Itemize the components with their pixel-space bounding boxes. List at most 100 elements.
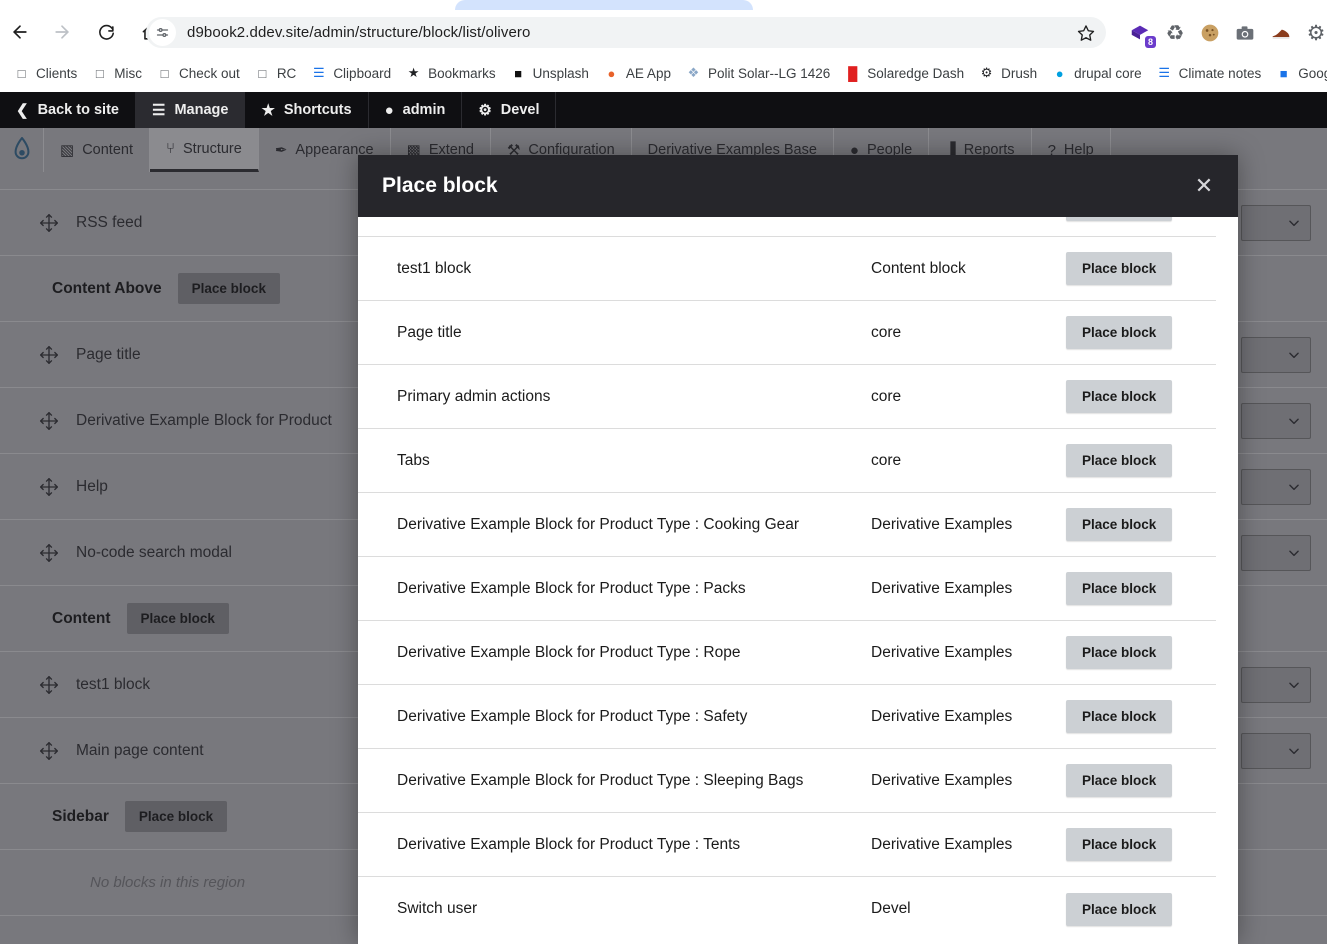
drag-handle-icon[interactable] (38, 410, 60, 432)
close-icon[interactable]: ✕ (1190, 172, 1218, 200)
table-row: Page title core Place block (358, 301, 1216, 365)
block-category-cell: core (871, 451, 902, 469)
bookmark-label: RC (276, 65, 297, 81)
gear-icon[interactable]: ⚙ (1301, 18, 1327, 48)
bookmark-item[interactable]: ● AE App (596, 60, 678, 86)
place-block-button[interactable]: Place block (1066, 316, 1173, 349)
block-name-cell: Tabs (397, 451, 430, 469)
google-icon: ■ (1279, 65, 1288, 81)
site-settings-icon[interactable] (149, 19, 176, 46)
place-block-button[interactable]: Place block (1066, 764, 1173, 797)
place-block-button[interactable]: Place block (1066, 828, 1173, 861)
bookmark-item[interactable]: ☰ Clipboard (303, 60, 398, 86)
drag-handle-icon[interactable] (38, 542, 60, 564)
place-block-button[interactable]: Place block (1066, 636, 1173, 669)
region-select[interactable] (1241, 402, 1311, 439)
block-action-cell: Place block (1066, 572, 1216, 605)
bookmark-item[interactable]: ☰ Climate notes (1149, 60, 1269, 86)
recycle-icon[interactable]: ♻ (1160, 18, 1190, 48)
place-block-button[interactable]: Place block (1066, 892, 1173, 926)
ae-app-icon: ● (607, 65, 616, 81)
drupal-drop-logo[interactable] (0, 128, 44, 172)
bookmark-label: Clipboard (333, 65, 392, 81)
region-select[interactable] (1241, 468, 1311, 505)
block-name-cell: Derivative Example Block for Product Typ… (397, 835, 741, 853)
block-action-cell: Place block (1066, 444, 1216, 477)
region-select[interactable] (1241, 666, 1311, 703)
bookmark-item[interactable]: ⚙ Drush (971, 60, 1044, 86)
table-row: test1 block Content block Place block (358, 237, 1216, 301)
drag-handle-icon[interactable] (38, 344, 60, 366)
bookmark-item[interactable]: □ Check out (149, 60, 247, 86)
block-action-cell: Place block (1066, 508, 1216, 541)
block-action-cell: Place block (1066, 700, 1216, 733)
block-label: No-code search modal (76, 543, 232, 561)
place-block-dialog: Place block ✕ No-code search modalConten… (358, 155, 1238, 944)
region-select[interactable] (1241, 204, 1311, 241)
block-name-cell: Primary admin actions (397, 387, 551, 405)
region-select[interactable] (1241, 534, 1311, 571)
table-row: Derivative Example Block for Product Typ… (358, 557, 1216, 621)
block-name-cell: Derivative Example Block for Product Typ… (397, 643, 741, 661)
place-block-button[interactable]: Place block (1066, 252, 1173, 285)
user-icon: ● (384, 101, 394, 119)
bookmark-item[interactable]: □ Misc (84, 60, 149, 86)
shoe-icon[interactable] (1266, 18, 1296, 48)
place-block-button[interactable]: Place block (177, 273, 280, 304)
file-icon: ▧ (60, 142, 75, 159)
block-category-cell: Derivative Examples (871, 643, 1013, 661)
place-block-button[interactable]: Place block (1066, 444, 1173, 477)
cookie-icon[interactable] (1195, 18, 1225, 48)
bookmark-item[interactable]: ❖ Polit Solar--LG 1426 (678, 60, 837, 86)
arrow-right-icon[interactable] (45, 15, 79, 49)
hamburger-icon: ☰ (151, 102, 166, 119)
reload-icon[interactable] (89, 15, 123, 49)
bookmark-item[interactable]: □ RC (247, 60, 304, 86)
toolbar-item-devel[interactable]: ⚙ Devel (462, 92, 557, 128)
block-name-cell: Derivative Example Block for Product Typ… (397, 771, 804, 789)
place-block-button[interactable]: Place block (124, 801, 228, 832)
bookmark-item[interactable]: ★ Bookmarks (398, 60, 503, 86)
arrow-left-icon[interactable] (3, 15, 37, 49)
bookmark-item[interactable]: █ Solaredge Dash (837, 60, 971, 86)
bookmark-label: Solaredge Dash (867, 65, 965, 81)
place-block-button[interactable]: Place block (1066, 700, 1173, 733)
place-block-button[interactable]: Place block (1066, 380, 1173, 413)
table-row: Tabs core Place block (358, 429, 1216, 493)
toolbar-item-shortcuts[interactable]: ★ Shortcuts (245, 92, 369, 128)
region-select[interactable] (1241, 732, 1311, 769)
drag-handle-icon[interactable] (38, 476, 60, 498)
bookmark-item[interactable]: ■ Unsplash (503, 60, 596, 86)
toolbar-item-back-to-site[interactable]: ❮ Back to site (0, 92, 136, 128)
url-text: d9book2.ddev.site/admin/structure/block/… (187, 24, 531, 41)
region-select[interactable] (1241, 336, 1311, 373)
clipboard-icon: ☰ (312, 65, 325, 80)
structure-icon: ⑂ (165, 140, 175, 157)
camera-icon[interactable] (1230, 18, 1260, 48)
place-block-button[interactable]: Place block (1066, 217, 1173, 221)
bookmarks-bar: □ Clients □ Misc □ Check out □ RC ☰ Clipboard ★ Boo… (0, 54, 1327, 92)
block-name-cell: Switch user (397, 900, 478, 917)
table-row: Derivative Example Block for Product Typ… (358, 621, 1216, 685)
bookmark-item[interactable]: ■ Google Tr (1268, 60, 1327, 86)
bookmark-item[interactable]: ● drupal core (1044, 60, 1149, 86)
extension-badge-icon[interactable]: 8 (1125, 18, 1156, 48)
place-block-button[interactable]: Place block (126, 603, 229, 634)
admin-menu-item-structure[interactable]: ⑂ Structure (149, 128, 259, 172)
bookmark-label: Clients (36, 65, 78, 81)
address-bar[interactable]: d9book2.ddev.site/admin/structure/block/… (146, 17, 1106, 48)
table-row: Switch user Devel Place block (358, 877, 1216, 941)
extension-badge-count: 8 (1144, 36, 1156, 48)
drag-handle-icon[interactable] (38, 212, 60, 234)
bookmark-item[interactable]: □ Clients (6, 60, 84, 86)
dialog-body[interactable]: No-code search modalContent blockPlace b… (358, 217, 1238, 944)
bookmark-star-icon[interactable] (1070, 17, 1101, 48)
drag-handle-icon[interactable] (38, 674, 60, 696)
admin-menu-item-content[interactable]: ▧ Content (44, 128, 150, 172)
place-block-button[interactable]: Place block (1066, 508, 1173, 541)
drupal-toolbar: ❮ Back to site ☰ Manage ★ Shortcuts ● admin ⚙ Dev… (0, 92, 1327, 128)
place-block-button[interactable]: Place block (1066, 572, 1173, 605)
toolbar-item-manage[interactable]: ☰ Manage (135, 92, 246, 128)
toolbar-item-admin[interactable]: ● admin (369, 92, 463, 128)
drag-handle-icon[interactable] (38, 740, 60, 762)
